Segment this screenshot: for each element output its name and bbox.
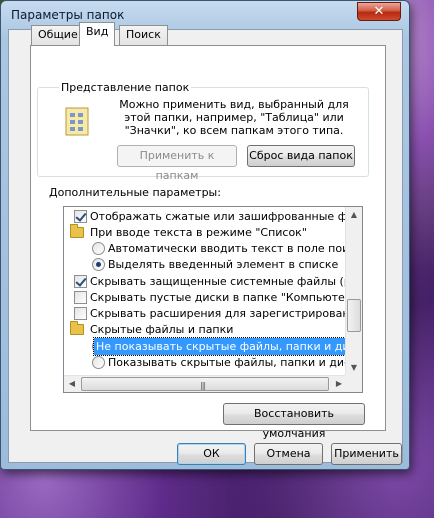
list-item-label: Не показывать скрытые файлы, папки и дис… (92, 337, 362, 356)
list-item-label: Скрывать пустые диски в папке "Компьютер… (90, 291, 357, 304)
tab-general[interactable]: Общие (31, 25, 85, 45)
checkbox[interactable] (74, 291, 87, 304)
radio-button[interactable] (92, 356, 105, 369)
radio-button[interactable] (92, 242, 105, 255)
checkbox[interactable] (74, 307, 87, 320)
tab-view-label: Вид (86, 25, 109, 38)
restore-defaults-button[interactable]: Восстановить умолчания (223, 403, 365, 440)
scroll-up-icon[interactable]: ▲ (346, 207, 362, 223)
grip-icon: ||| (200, 381, 206, 390)
folder-icon (70, 224, 84, 238)
ok-button[interactable]: ОК (177, 443, 246, 465)
reset-folders-button[interactable]: Сброс вида папок (247, 145, 355, 167)
advanced-settings-label: Дополнительные параметры: (49, 186, 221, 199)
folder-views-description: Можно применить вид, выбранный для этой … (119, 98, 349, 137)
list-item-label: Выделять введенный элемент в списке (108, 258, 339, 271)
folder-options-dialog: Параметры папок ✕ Общие Вид Поиск Предст… (0, 0, 410, 470)
apply-button[interactable]: Применить (331, 443, 402, 465)
scroll-down-icon[interactable]: ▼ (346, 360, 362, 376)
horizontal-scrollbar[interactable]: ◀ ||| ▶ (64, 375, 347, 392)
scroll-corner (345, 375, 362, 392)
vertical-scroll-thumb[interactable] (347, 299, 361, 332)
folder-view-icon (65, 107, 89, 136)
folder-views-legend: Представление папок (59, 81, 192, 94)
apply-to-folders-button[interactable]: Применить к папкам (117, 145, 237, 182)
list-item-label: Скрывать расширения для зарегистрированн… (90, 307, 363, 320)
checkbox[interactable] (74, 210, 87, 223)
close-button[interactable]: ✕ (357, 2, 401, 21)
folder-icon (70, 321, 84, 335)
tab-search-label: Поиск (126, 28, 161, 41)
tab-general-label: Общие (38, 28, 78, 41)
close-icon: ✕ (373, 4, 385, 19)
vertical-scrollbar[interactable]: ▲ ▼ (345, 207, 362, 376)
cancel-button[interactable]: Отмена (254, 443, 323, 465)
checkbox[interactable] (74, 275, 87, 288)
list-item-label: Отображать сжатые или зашифрованные файл… (90, 210, 362, 223)
list-item-label: Автоматически вводить текст в поле поиск… (108, 242, 363, 255)
radio-button[interactable] (92, 258, 105, 271)
tab-search[interactable]: Поиск (119, 25, 168, 45)
tab-view[interactable]: Вид (79, 22, 116, 46)
window-title: Параметры папок (11, 8, 125, 22)
advanced-settings-list[interactable]: Отображать сжатые или зашифрованные файл… (63, 206, 363, 393)
list-item-label: Скрытые файлы и папки (90, 323, 234, 336)
list-item-label: Показывать скрытые файлы, папки и диски (108, 356, 363, 369)
scroll-left-icon[interactable]: ◀ (64, 376, 80, 392)
list-item-label: Скрывать защищенные системные файлы (рек… (90, 275, 362, 288)
horizontal-scroll-thumb[interactable]: ||| (81, 377, 329, 391)
list-item-label: При вводе текста в режиме "Список" (90, 226, 307, 239)
